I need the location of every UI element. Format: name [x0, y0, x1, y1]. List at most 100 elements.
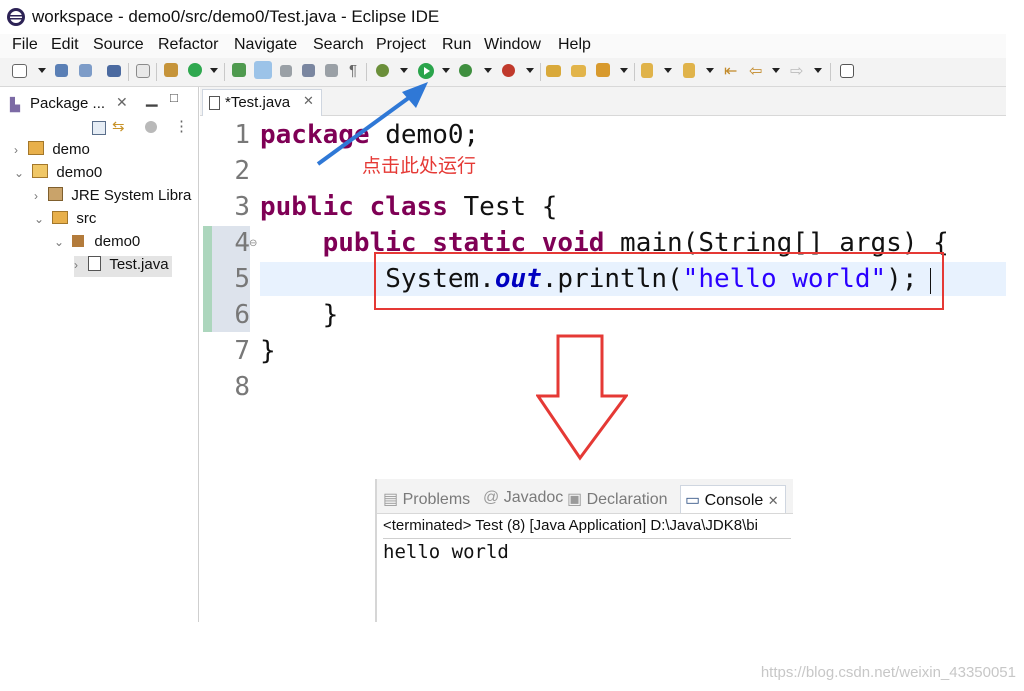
- tab-declaration[interactable]: ▣ Declaration: [567, 489, 668, 509]
- tree-item-label: src: [76, 210, 97, 227]
- menu-file[interactable]: File: [12, 36, 38, 54]
- menu-bar: File Edit Source Refactor Navigate Searc…: [0, 34, 1006, 58]
- line-number: 2: [234, 156, 250, 186]
- tree-item-test-java[interactable]: › Test.java: [74, 256, 172, 277]
- open-perspective-icon[interactable]: [840, 64, 854, 78]
- previous-annotation-dropdown-arrow-icon[interactable]: [706, 68, 714, 73]
- tab-javadoc[interactable]: @ Javadoc: [483, 489, 563, 507]
- previous-annotation-icon[interactable]: [683, 63, 695, 78]
- line-number: 6: [234, 300, 250, 330]
- tree-item-src[interactable]: ⌄ src: [34, 210, 96, 231]
- problems-icon: ▤: [383, 491, 399, 508]
- menu-navigate[interactable]: Navigate: [234, 36, 297, 54]
- back-dropdown-arrow-icon[interactable]: [772, 68, 780, 73]
- external-tools-icon[interactable]: [502, 64, 515, 77]
- menu-search[interactable]: Search: [313, 36, 364, 54]
- external-tools-dropdown-arrow-icon[interactable]: [526, 68, 534, 73]
- tree-item-label: demo0: [56, 164, 103, 181]
- console-tab-bar: ▤ Problems @ Javadoc ▣ Declaration ▭ Con…: [377, 479, 793, 514]
- maximize-icon[interactable]: □: [170, 90, 178, 105]
- code-line: public class Test {: [260, 192, 557, 222]
- save-icon[interactable]: [55, 64, 68, 77]
- chevron-down-icon[interactable]: ⌄: [14, 166, 24, 180]
- class-dropdown-arrow-icon[interactable]: [210, 68, 218, 73]
- forward-dropdown-arrow-icon[interactable]: [814, 68, 822, 73]
- open-type-icon[interactable]: [232, 63, 246, 77]
- editor-tab-test-java[interactable]: *Test.java ✕: [202, 89, 322, 116]
- new-file-icon[interactable]: [12, 64, 27, 78]
- toggle-mark-icon[interactable]: [280, 65, 292, 77]
- keyword: class: [369, 192, 448, 222]
- new-java-package-icon[interactable]: [164, 63, 178, 77]
- package-icon: [72, 235, 85, 247]
- chevron-right-icon[interactable]: ›: [14, 143, 18, 157]
- run-dropdown-arrow-icon[interactable]: [442, 68, 450, 73]
- minimize-icon[interactable]: ▁: [146, 89, 158, 107]
- next-annotation-dropdown-arrow-icon[interactable]: [664, 68, 672, 73]
- collapse-all-icon[interactable]: [92, 121, 106, 135]
- menu-edit[interactable]: Edit: [51, 36, 79, 54]
- code-text: }: [322, 300, 339, 330]
- back-icon[interactable]: ⇦: [749, 61, 762, 81]
- fold-toggle-icon[interactable]: ⊖: [249, 238, 257, 249]
- open-project-icon[interactable]: [546, 65, 561, 77]
- coverage-icon[interactable]: [459, 64, 472, 77]
- menu-window[interactable]: Window: [484, 36, 541, 54]
- declaration-icon: ▣: [567, 491, 583, 508]
- console-icon: ▭: [685, 492, 701, 509]
- forward-icon[interactable]: ⇨: [790, 61, 803, 81]
- tab-console[interactable]: ▭ Console ✕: [680, 485, 786, 513]
- new-dropdown-arrow-icon[interactable]: [38, 68, 46, 73]
- tab-label: Console: [704, 492, 764, 509]
- java-file-icon: [209, 96, 220, 110]
- chevron-down-icon[interactable]: ⌄: [34, 212, 44, 226]
- library-icon: [48, 187, 64, 201]
- skip-breakpoints-icon[interactable]: [136, 64, 150, 78]
- package-explorer-tab[interactable]: ▙ Package ... ✕: [4, 91, 138, 115]
- title-bar: workspace - demo0/src/demo0/Test.java - …: [0, 0, 1006, 34]
- chevron-right-icon[interactable]: ›: [74, 258, 78, 272]
- next-annotation-icon[interactable]: [641, 63, 653, 78]
- chevron-down-icon[interactable]: ⌄: [54, 235, 64, 249]
- console-panel: ▤ Problems @ Javadoc ▣ Declaration ▭ Con…: [375, 479, 793, 622]
- tab-problems[interactable]: ▤ Problems: [383, 489, 470, 509]
- line-number: 3: [234, 192, 250, 222]
- close-icon[interactable]: ✕: [116, 94, 128, 111]
- menu-run[interactable]: Run: [442, 36, 471, 54]
- chevron-right-icon[interactable]: ›: [34, 189, 38, 203]
- code-line: }: [260, 336, 276, 366]
- window-title: workspace - demo0/src/demo0/Test.java - …: [32, 7, 440, 26]
- coverage-dropdown-arrow-icon[interactable]: [484, 68, 492, 73]
- console-status: <terminated> Test (8) [Java Application]…: [383, 517, 758, 534]
- highlight-icon[interactable]: [254, 61, 272, 79]
- tree-item-package-demo0[interactable]: ⌄ demo0: [54, 233, 140, 254]
- menu-project[interactable]: Project: [376, 36, 426, 54]
- menu-help[interactable]: Help: [558, 36, 591, 54]
- package-explorer-panel: ▙ Package ... ✕ ▁ □ ⇆ ⋮ › demo ⌄ demo0 ›…: [0, 87, 199, 622]
- keyword: public: [260, 192, 354, 222]
- debug-dropdown-arrow-icon[interactable]: [400, 68, 408, 73]
- link-with-editor-icon[interactable]: ⇆: [112, 117, 125, 135]
- search-dropdown-arrow-icon[interactable]: [620, 68, 628, 73]
- tree-item-label: demo0: [94, 233, 141, 250]
- menu-source[interactable]: Source: [93, 36, 144, 54]
- view-menu-icon[interactable]: ⋮: [174, 117, 189, 135]
- last-edit-location-icon[interactable]: ⇤: [724, 61, 737, 81]
- code-line: }: [260, 300, 339, 330]
- console-divider: [383, 538, 791, 539]
- filters-icon[interactable]: [145, 121, 157, 133]
- tab-label: Problems: [402, 491, 471, 508]
- save-all-icon[interactable]: [79, 64, 92, 77]
- menu-refactor[interactable]: Refactor: [158, 36, 218, 54]
- search-tool-icon[interactable]: [596, 63, 610, 77]
- line-number: 7: [234, 336, 250, 366]
- terminal-icon[interactable]: [107, 65, 121, 77]
- tree-item-demo0[interactable]: ⌄ demo0: [14, 164, 102, 185]
- source-folder-icon: [52, 211, 69, 224]
- close-icon[interactable]: ✕: [768, 493, 779, 508]
- tree-item-demo[interactable]: › demo: [14, 141, 90, 162]
- new-java-class-icon[interactable]: [188, 63, 202, 77]
- package-explorer-icon: ▙: [10, 97, 20, 112]
- open-folder-icon[interactable]: [571, 65, 586, 77]
- tree-item-jre-library[interactable]: › JRE System Libra: [34, 187, 191, 208]
